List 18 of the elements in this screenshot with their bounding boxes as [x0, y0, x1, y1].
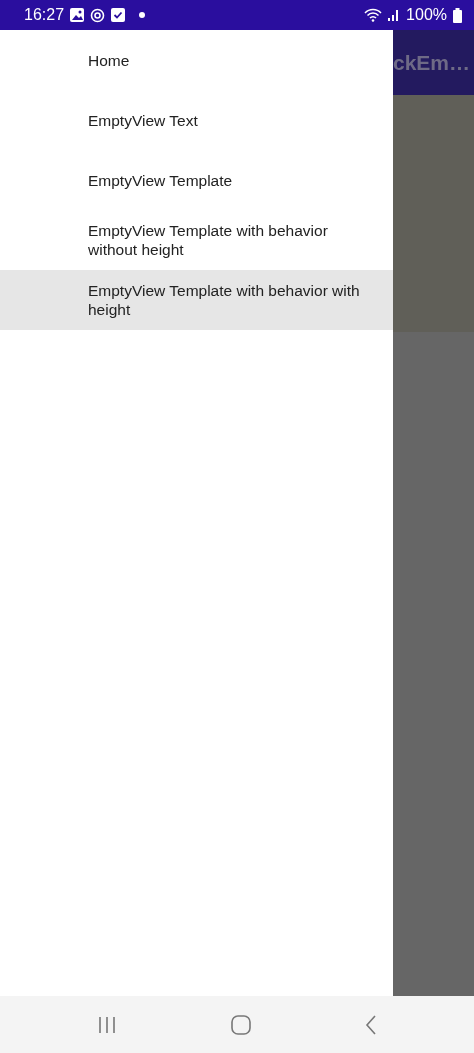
home-icon[interactable]	[231, 1014, 251, 1035]
battery-level: 100%	[406, 6, 447, 24]
drawer-item[interactable]: EmptyView Template with behavior without height	[0, 210, 393, 270]
drawer-item[interactable]: Home	[0, 30, 393, 90]
dot-icon	[139, 12, 146, 18]
image-icon	[70, 8, 85, 22]
wifi-icon	[364, 8, 383, 22]
drawer-item[interactable]: EmptyView Text	[0, 90, 393, 150]
drawer-item[interactable]: EmptyView Template	[0, 150, 393, 210]
battery-icon	[453, 7, 462, 23]
app-bar-title: ckEm…	[392, 50, 470, 75]
checkbox-icon	[111, 8, 126, 22]
status-time: 16:27	[24, 6, 65, 24]
drawer-item[interactable]: EmptyView Template with behavior with height	[0, 270, 393, 330]
signal-icon	[388, 9, 401, 21]
recent-apps-icon[interactable]	[97, 1015, 117, 1034]
sync-icon	[90, 7, 106, 23]
back-icon[interactable]	[365, 1014, 377, 1035]
